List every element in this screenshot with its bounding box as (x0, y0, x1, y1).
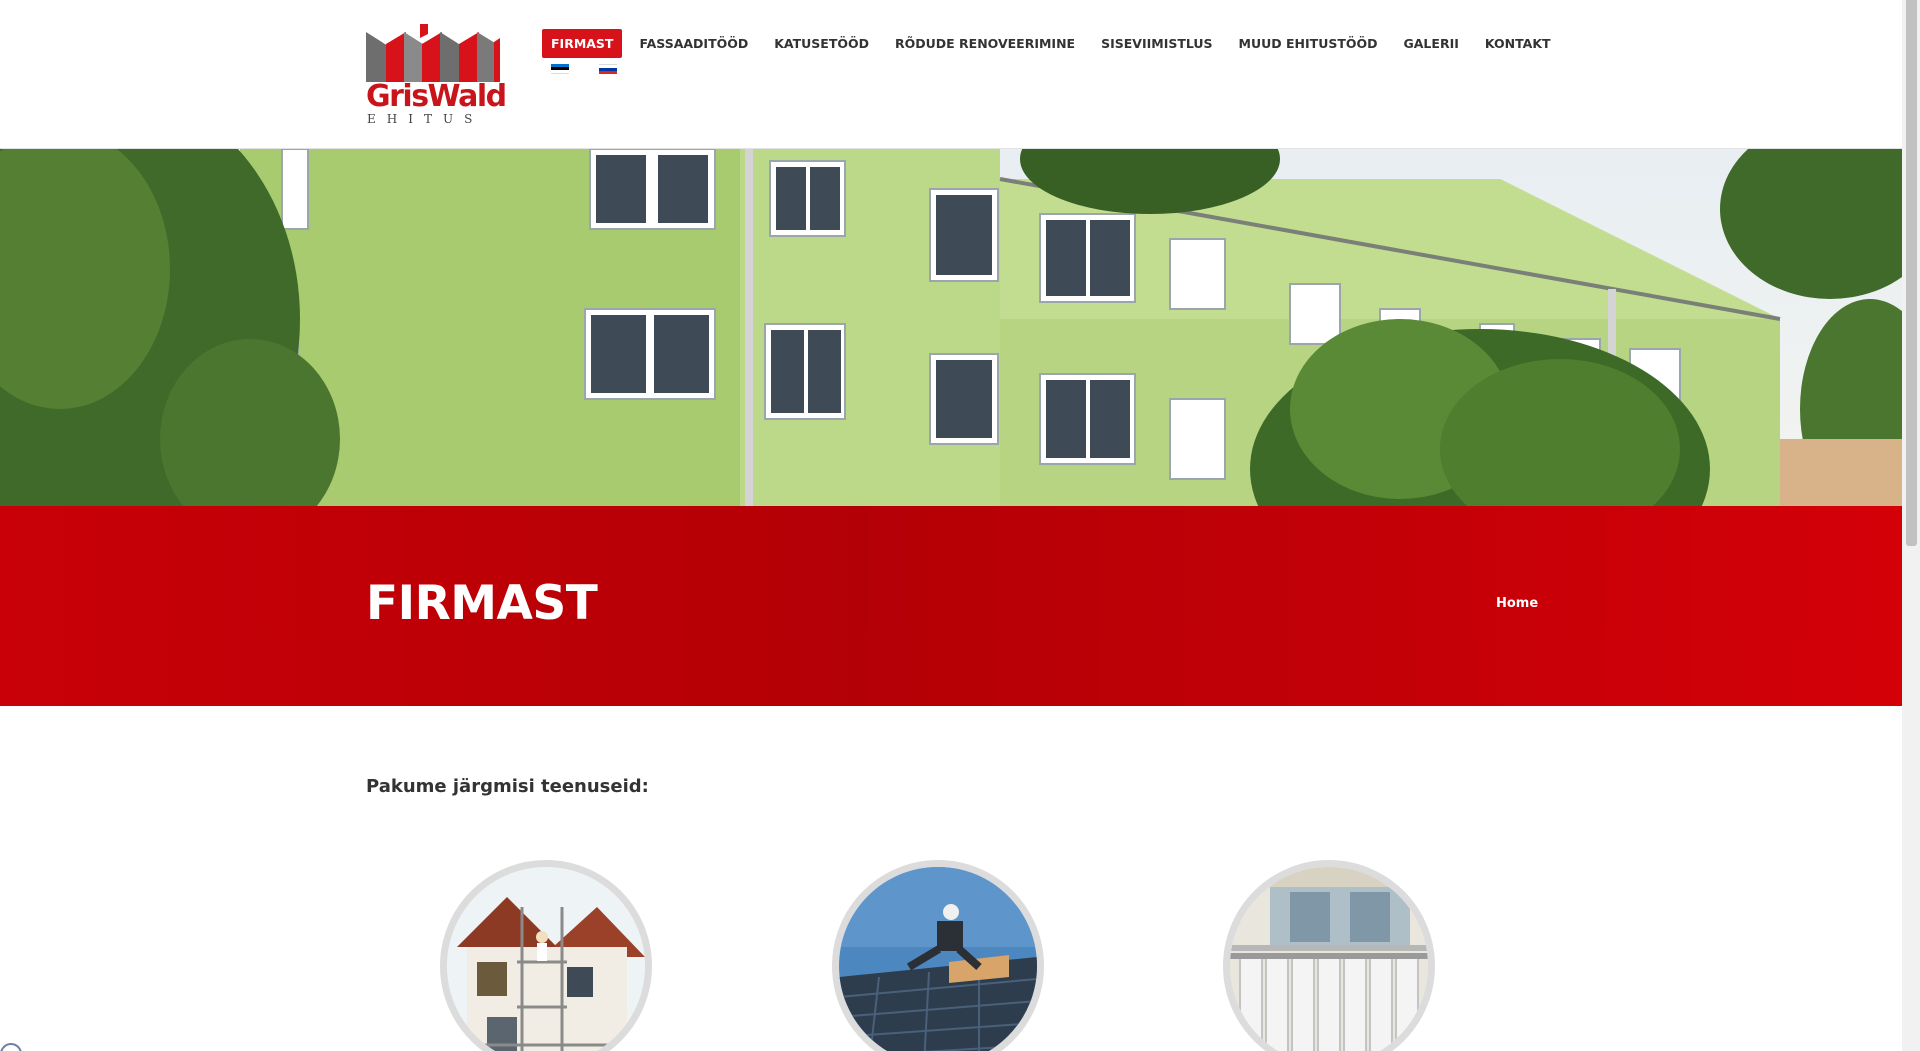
logo-factory-icon (366, 22, 500, 82)
estonian-flag-icon[interactable] (551, 64, 569, 74)
language-switcher (551, 64, 617, 74)
main-nav: FIRMAST FASSAADITÖÖD KATUSETÖÖD RÕDUDE R… (542, 29, 1568, 58)
balcony-railing-photo (1230, 867, 1428, 1051)
apartment-building-photo (0, 149, 1902, 506)
service-balcony-image[interactable] (1223, 860, 1435, 1051)
page-scrollbar[interactable] (1902, 0, 1920, 1051)
page-title-banner: FIRMAST Home (0, 506, 1902, 706)
nav-item-galerii[interactable]: GALERII (1395, 29, 1468, 58)
nav-item-kontakt[interactable]: KONTAKT (1476, 29, 1560, 58)
breadcrumb-home[interactable]: Home (1496, 596, 1538, 611)
help-icon[interactable] (0, 1043, 22, 1051)
services-heading: Pakume järgmisi teenuseid: (366, 776, 649, 797)
nav-item-firmast[interactable]: FIRMAST (542, 29, 623, 58)
nav-item-fassaaditood[interactable]: FASSAADITÖÖD (630, 29, 757, 58)
facade-scaffolding-photo (447, 867, 645, 1051)
site-logo[interactable]: GrisWald EHITUS (366, 22, 507, 126)
nav-item-siseviimistlus[interactable]: SISEVIIMISTLUS (1092, 29, 1221, 58)
roofer-on-roof-photo (839, 867, 1037, 1051)
page-title: FIRMAST (366, 576, 598, 631)
site-header: GrisWald EHITUS FIRMAST FASSAADITÖÖD KAT… (0, 0, 1902, 149)
russian-flag-icon[interactable] (599, 64, 617, 74)
scrollbar-thumb[interactable] (1906, 0, 1917, 546)
nav-item-rodude-renoveerimine[interactable]: RÕDUDE RENOVEERIMINE (886, 29, 1084, 58)
logo-name: GrisWald (366, 79, 507, 114)
nav-item-muud-ehitustood[interactable]: MUUD EHITUSTÖÖD (1230, 29, 1387, 58)
service-facade-image[interactable] (440, 860, 652, 1051)
nav-item-katusetood[interactable]: KATUSETÖÖD (765, 29, 878, 58)
logo-subtitle: EHITUS (367, 112, 484, 126)
hero-image (0, 149, 1902, 506)
service-roofing-image[interactable] (832, 860, 1044, 1051)
